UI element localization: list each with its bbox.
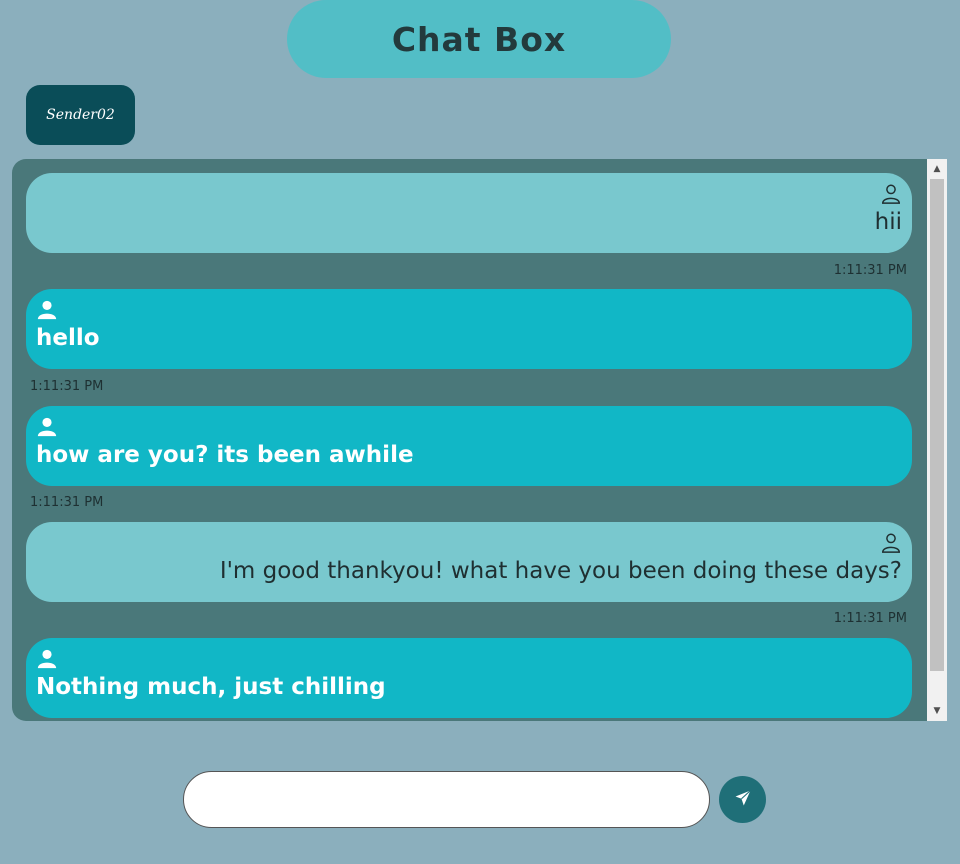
message-text: Nothing much, just chilling bbox=[36, 674, 386, 700]
message-text: I'm good thankyou! what have you been do… bbox=[219, 558, 902, 584]
chat-messages-panel[interactable]: hii 1:11:31 PM hello 1:11:31 PM how are … bbox=[12, 159, 947, 721]
user-icon bbox=[36, 416, 902, 440]
message-timestamp: 1:11:31 PM bbox=[833, 263, 907, 278]
message-bubble-sent: hii bbox=[26, 173, 912, 253]
user-outline-icon bbox=[36, 183, 902, 207]
message-timestamp: 1:11:31 PM bbox=[30, 495, 104, 510]
send-button[interactable] bbox=[719, 776, 766, 823]
message-input[interactable] bbox=[183, 771, 710, 828]
message-bubble-received: Nothing much, just chilling bbox=[26, 638, 912, 718]
message-text: hii bbox=[874, 209, 902, 235]
message-timestamp: 1:11:31 PM bbox=[833, 611, 907, 626]
message-bubble-received: how are you? its been awhile bbox=[26, 406, 912, 486]
message-bubble-sent: I'm good thankyou! what have you been do… bbox=[26, 522, 912, 602]
scroll-down-arrow-icon[interactable]: ▼ bbox=[927, 701, 947, 721]
message-text: how are you? its been awhile bbox=[36, 442, 414, 468]
user-outline-icon bbox=[36, 532, 902, 556]
message-timestamp: 1:11:31 PM bbox=[30, 379, 104, 394]
page-title: Chat Box bbox=[391, 19, 567, 59]
chat-scrollbar[interactable]: ▲ ▼ bbox=[927, 159, 947, 721]
sender-select-button[interactable]: Sender02 bbox=[26, 85, 135, 145]
user-icon bbox=[36, 648, 902, 672]
page-title-container: Chat Box bbox=[287, 0, 671, 78]
message-bubble-received: hello bbox=[26, 289, 912, 369]
message-text: hello bbox=[36, 325, 100, 351]
send-icon bbox=[734, 789, 752, 810]
user-icon bbox=[36, 299, 902, 323]
scrollbar-thumb[interactable] bbox=[930, 179, 944, 671]
scroll-up-arrow-icon[interactable]: ▲ bbox=[927, 159, 947, 179]
